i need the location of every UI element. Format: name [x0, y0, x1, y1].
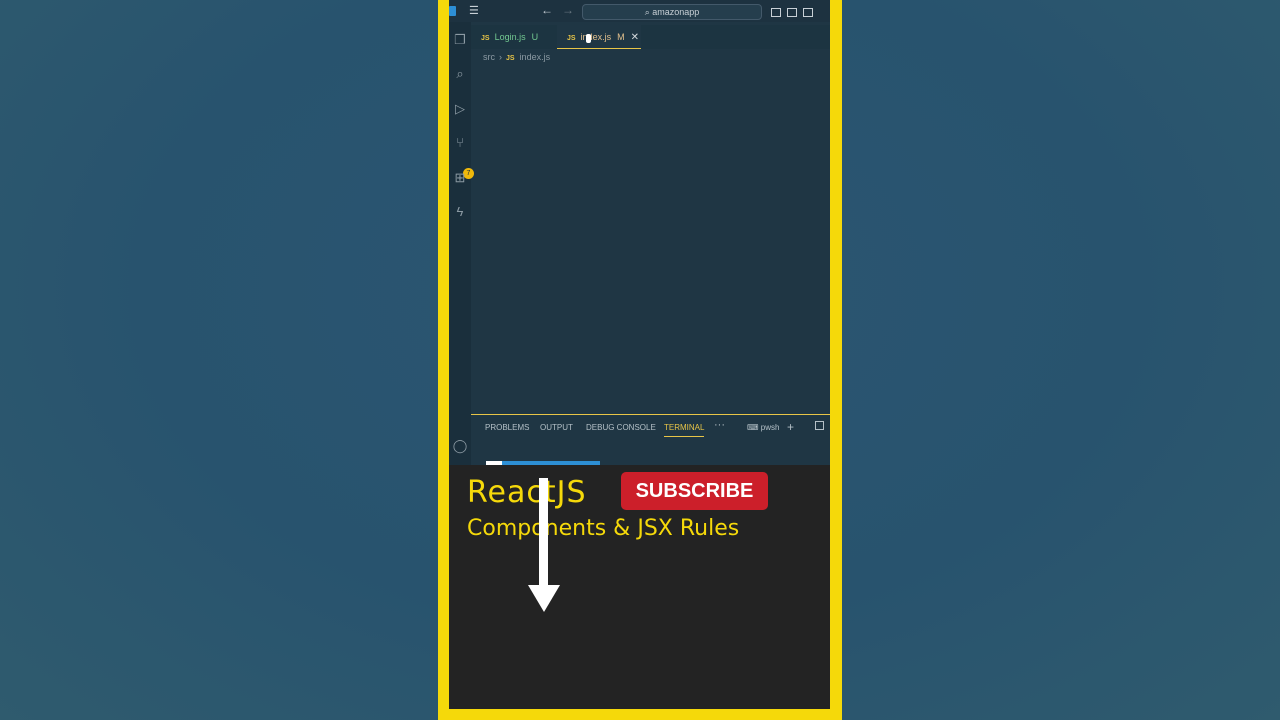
subscribe-button[interactable]: SUBSCRIBE [621, 472, 768, 510]
back-arrow-icon[interactable]: ← [541, 3, 553, 17]
js-file-icon: JS [481, 35, 490, 42]
chevron-right-icon: › [499, 52, 502, 62]
split-terminal-icon[interactable] [815, 421, 824, 430]
toggle-panel-icon[interactable] [787, 8, 797, 17]
overlay-title: ReactJS [467, 475, 587, 510]
terminal-shell-selector[interactable]: ⌨ pwsh [747, 423, 779, 432]
close-icon[interactable]: ✕ [631, 32, 639, 43]
toggle-sidebar-icon[interactable] [771, 8, 781, 17]
tab-problems[interactable]: PROBLEMS [485, 423, 529, 432]
search-icon[interactable]: ⌕ [452, 66, 468, 82]
command-center-search[interactable]: ⌕ amazonapp [582, 4, 762, 20]
tab-status: M [617, 32, 625, 42]
lightning-icon[interactable]: ϟ [452, 204, 468, 220]
js-file-icon: JS [567, 35, 576, 42]
overlay-subtitle: Components & JSX Rules [467, 516, 740, 541]
editor-tabs: JS Login.js U JS index.js M ✕ [471, 25, 830, 49]
customize-layout-icon[interactable] [803, 8, 813, 17]
title-bar: ☰ ← → ⌕ amazonapp [449, 0, 830, 22]
shell-label: pwsh [760, 423, 780, 432]
video-overlay: ReactJS Components & JSX Rules SUBSCRIBE [449, 465, 830, 709]
tab-terminal[interactable]: TERMINAL [664, 423, 705, 437]
search-text: amazonapp [652, 7, 700, 17]
forward-arrow-icon[interactable]: → [562, 3, 574, 17]
tab-status: U [531, 32, 539, 42]
tab-debug-console[interactable]: DEBUG CONSOLE [586, 423, 656, 432]
more-actions-icon[interactable]: ··· [714, 419, 725, 431]
panel-tab-bar: PROBLEMS OUTPUT DEBUG CONSOLE TERMINAL ·… [471, 415, 830, 439]
vscode-logo-icon [449, 6, 456, 16]
activity-bar: ❐ ⌕ ▷ ⑂ 7 ⊞ ϟ ◯ [449, 22, 474, 467]
tab-login-js[interactable]: JS Login.js U [481, 25, 559, 49]
extensions-icon[interactable]: ⊞ [452, 170, 468, 186]
js-file-icon: JS [506, 55, 515, 62]
video-frame: ☰ ← → ⌕ amazonapp ❐ ⌕ ▷ ⑂ 7 ⊞ ϟ ◯ JS Logi… [438, 0, 842, 720]
explorer-icon[interactable]: ❐ [452, 32, 468, 48]
vscode-window: ☰ ← → ⌕ amazonapp ❐ ⌕ ▷ ⑂ 7 ⊞ ϟ ◯ JS Logi… [449, 0, 830, 709]
tab-index-js[interactable]: JS index.js M ✕ [557, 25, 641, 49]
down-arrow-shaft [539, 478, 548, 588]
source-control-icon[interactable]: ⑂ [452, 135, 468, 151]
breadcrumb-file[interactable]: index.js [520, 52, 551, 62]
tab-output[interactable]: OUTPUT [540, 423, 573, 432]
terminal-icon: ⌨ [747, 423, 761, 432]
down-arrow-icon [528, 585, 560, 612]
new-terminal-icon[interactable]: + [787, 420, 794, 434]
breadcrumb-folder[interactable]: src [483, 52, 495, 62]
account-icon[interactable]: ◯ [452, 438, 468, 454]
layout-controls [771, 4, 819, 22]
mouse-cursor-icon [586, 34, 591, 43]
run-debug-icon[interactable]: ▷ [452, 101, 468, 117]
tab-label: Login.js [494, 32, 526, 42]
breadcrumb: src › JS index.js [483, 52, 550, 62]
menu-icon[interactable]: ☰ [469, 5, 482, 17]
